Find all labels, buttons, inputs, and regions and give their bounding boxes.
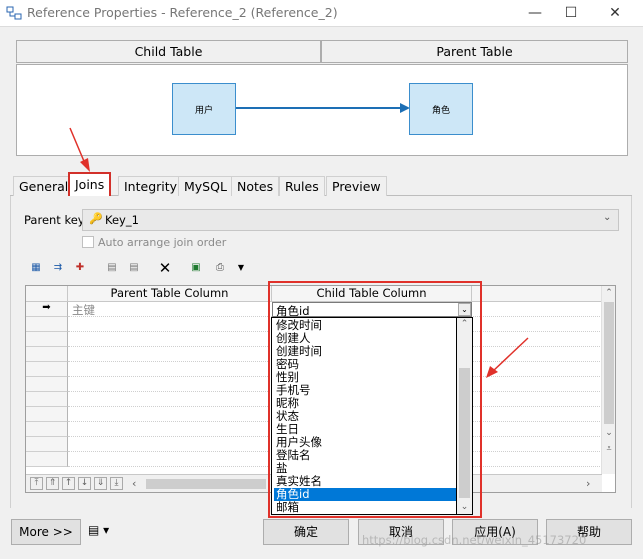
ok-button[interactable]: 确定 [263, 519, 349, 545]
parent-key-value: Key_1 [105, 213, 139, 227]
grid-vertical-scrollbar[interactable]: ⌃ ⌄ ⩡ [601, 286, 615, 474]
cut-icon[interactable]: ▤ [103, 259, 121, 277]
auto-arrange-label: Auto arrange join order [98, 236, 227, 249]
row-header[interactable] [26, 452, 68, 467]
tab-integrity[interactable]: Integrity [118, 176, 184, 196]
window-title: Reference Properties - Reference_2 (Refe… [27, 5, 338, 20]
watermark-text: https://blog.csdn.net/weixin_45173720 [362, 533, 587, 547]
annotation-pointer-arrow-icon [486, 337, 529, 378]
add-row-icon[interactable]: ✚ [71, 259, 89, 277]
tab-preview[interactable]: Preview [326, 176, 387, 196]
reference-arrow [236, 103, 410, 113]
tab-general[interactable]: General [13, 176, 75, 196]
print-icon[interactable]: ⎙ [211, 259, 229, 277]
scroll-up-icon[interactable]: ⌃ [602, 288, 616, 298]
row-move-buttons: ⤒ ⇑ ↑ ↓ ⇓ ⤓ [26, 474, 130, 492]
tab-joins[interactable]: Joins [68, 172, 112, 196]
tab-notes[interactable]: Notes [231, 176, 280, 196]
row-header[interactable] [26, 347, 68, 362]
scroll-left-icon[interactable]: ‹ [132, 477, 136, 490]
insert-row-icon[interactable]: ⇉ [49, 259, 67, 277]
title-bar: Reference Properties - Reference_2 (Refe… [0, 0, 643, 27]
row-header[interactable] [26, 392, 68, 407]
parent-entity-box[interactable]: 角色 [409, 83, 473, 135]
reference-app-icon [6, 6, 22, 20]
row-header[interactable] [26, 422, 68, 437]
child-entity-box[interactable]: 用户 [172, 83, 236, 135]
window-layout-icon[interactable]: ▤ ▾ [88, 523, 118, 541]
tab-rules[interactable]: Rules [279, 176, 325, 196]
auto-arrange-checkbox[interactable] [82, 236, 94, 248]
scroll-bottom-icon[interactable]: ⩡ [602, 444, 616, 454]
parent-key-label: Parent key: [24, 213, 88, 227]
parent-table-button[interactable]: Parent Table [321, 40, 628, 63]
row-header[interactable] [26, 407, 68, 422]
annotation-highlight-box [268, 281, 482, 518]
current-row-arrow-icon[interactable]: ➡ [26, 302, 68, 317]
move-page-down-icon[interactable]: ⇓ [94, 477, 107, 490]
parent-column-cell[interactable]: 主键 [72, 302, 95, 318]
print-dropdown-icon[interactable]: ▼ [232, 259, 250, 277]
paste-icon[interactable]: ▤ [125, 259, 143, 277]
scroll-thumb[interactable] [604, 302, 614, 424]
row-header[interactable] [26, 377, 68, 392]
move-top-icon[interactable]: ⤒ [30, 477, 43, 490]
scroll-right-icon[interactable]: › [586, 477, 590, 490]
reference-diagram: 用户 角色 [16, 64, 628, 156]
close-button[interactable]: ✕ [600, 4, 630, 22]
horizontal-scroll-thumb[interactable] [146, 479, 266, 489]
more-button[interactable]: More >> [11, 519, 81, 545]
move-up-icon[interactable]: ↑ [62, 477, 75, 490]
parent-key-select[interactable]: 🔑 Key_1 ⌄ [82, 209, 619, 231]
child-table-button[interactable]: Child Table [16, 40, 321, 63]
delete-icon[interactable]: ✕ [156, 259, 174, 277]
annotation-arrow-icon [69, 127, 90, 172]
chevron-down-icon[interactable]: ⌄ [603, 212, 611, 223]
empty-column-header [472, 286, 606, 302]
row-header-corner [26, 286, 68, 302]
tab-mysql[interactable]: MySQL [178, 176, 233, 196]
row-header[interactable] [26, 317, 68, 332]
row-header[interactable] [26, 362, 68, 377]
scroll-down-icon[interactable]: ⌄ [602, 428, 616, 438]
properties-icon[interactable]: ▦ [27, 259, 45, 277]
move-down-icon[interactable]: ↓ [78, 477, 91, 490]
key-icon: 🔑 [89, 212, 103, 225]
row-header[interactable] [26, 332, 68, 347]
move-bottom-icon[interactable]: ⤓ [110, 477, 123, 490]
parent-column-header[interactable]: Parent Table Column [68, 286, 272, 302]
minimize-button[interactable]: — [520, 4, 550, 22]
move-page-up-icon[interactable]: ⇑ [46, 477, 59, 490]
row-header[interactable] [26, 437, 68, 452]
excel-export-icon[interactable]: ▣ [187, 259, 205, 277]
maximize-button[interactable]: ☐ [556, 4, 586, 22]
